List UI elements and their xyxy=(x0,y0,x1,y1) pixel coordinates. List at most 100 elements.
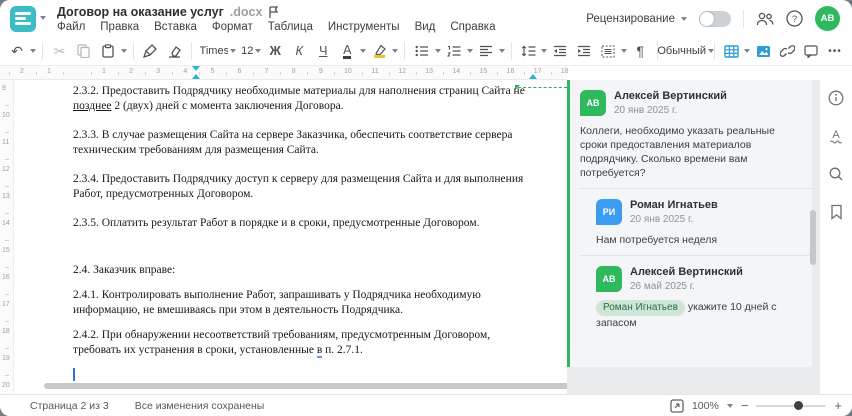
comment-author: Роман Игнатьев xyxy=(630,199,718,211)
undo-button[interactable]: ↶ xyxy=(6,39,28,63)
zoom-caret-icon[interactable] xyxy=(726,403,733,408)
status-bar: Страница 2 из 3 Все изменения сохранены … xyxy=(0,394,852,416)
app-logo-icon[interactable] xyxy=(10,6,36,32)
undo-caret-icon[interactable] xyxy=(30,49,36,53)
menu-format[interactable]: Формат xyxy=(212,21,253,33)
review-toggle[interactable] xyxy=(699,10,731,27)
toolbar-more-button[interactable]: ••• xyxy=(824,39,846,63)
toolbar: ↶ ✂ Times New ... 12 Ж К Ч А xyxy=(0,37,852,66)
style-value: Обычный xyxy=(657,45,706,57)
zoom-value[interactable]: 100% xyxy=(692,400,719,412)
document-title: Договор на оказание услуг xyxy=(57,5,224,19)
bookmark-icon[interactable] xyxy=(826,202,846,222)
show-paragraph-marks-button[interactable]: ¶ xyxy=(629,39,651,63)
zoom-slider-handle[interactable] xyxy=(794,400,804,410)
highlight-caret-icon[interactable] xyxy=(392,49,399,53)
empty-paragraph xyxy=(73,368,533,383)
insert-table-caret-icon[interactable] xyxy=(744,49,751,53)
document-page[interactable]: 2.3.2. Предоставить Подрядчику необходим… xyxy=(14,80,567,394)
paragraph-borders-button[interactable] xyxy=(597,39,619,63)
bullet-list-button[interactable] xyxy=(411,39,433,63)
zoom-out-button[interactable]: − xyxy=(741,398,749,413)
insert-table-button[interactable] xyxy=(720,39,742,63)
first-line-indent-marker[interactable] xyxy=(192,66,200,71)
horizontal-ruler[interactable]: 2 1 1 2 3 4 5 6 7 8 9 10 11 12 13 14 15 16 17 18 xyxy=(0,66,569,80)
numbered-list-caret-icon[interactable] xyxy=(466,49,473,53)
menu-edit[interactable]: Правка xyxy=(100,21,139,33)
paragraph-2-4-1: 2.4.1. Контролировать выполнение Работ, … xyxy=(73,289,481,316)
line-spacing-button[interactable] xyxy=(517,39,539,63)
zoom-slider[interactable] xyxy=(756,400,827,410)
align-caret-icon[interactable] xyxy=(498,49,505,53)
search-icon[interactable] xyxy=(826,164,846,184)
font-size-dropdown[interactable]: 12 xyxy=(240,39,262,63)
menu-view[interactable]: Вид xyxy=(415,21,436,33)
decrease-indent-button[interactable] xyxy=(549,39,571,63)
clear-formatting-button[interactable] xyxy=(163,39,185,63)
review-label: Рецензирование xyxy=(586,12,675,25)
comment-date: 20 янв 2025 г. xyxy=(614,105,678,116)
bullet-list-caret-icon[interactable] xyxy=(434,49,441,53)
comment-item[interactable]: АВ Алексей Вертинский 20 янв 2025 г. Кол… xyxy=(570,80,812,188)
insert-comment-button[interactable] xyxy=(800,39,822,63)
help-icon[interactable]: ? xyxy=(786,10,803,27)
font-size-value: 12 xyxy=(241,45,254,57)
underline-button[interactable]: Ч xyxy=(312,39,334,63)
font-color-caret-icon[interactable] xyxy=(360,49,367,53)
zoom-in-button[interactable]: + xyxy=(834,398,842,413)
insert-link-button[interactable] xyxy=(776,39,798,63)
comment-reply-item[interactable]: РИ Роман Игнатьев 20 янв 2025 г. Нам пот… xyxy=(570,189,812,255)
paragraph-2-4-2: 2.4.2. При обнаружении несоответствий тр… xyxy=(73,329,491,358)
user-avatar[interactable]: АВ xyxy=(815,6,840,31)
paste-button[interactable] xyxy=(97,39,119,63)
comment-reply-item[interactable]: АВ Алексей Вертинский 26 май 2025 г. Ром… xyxy=(570,256,812,338)
collaborators-icon[interactable] xyxy=(756,12,774,26)
increase-indent-button[interactable] xyxy=(573,39,595,63)
italic-button[interactable]: К xyxy=(288,39,310,63)
comment-text: Роман Игнатьев укажите 10 дней с запасом xyxy=(596,300,777,329)
format-painter-button[interactable] xyxy=(139,39,161,63)
header-divider xyxy=(743,9,744,28)
comment-thread[interactable]: АВ Алексей Вертинский 20 янв 2025 г. Кол… xyxy=(567,80,812,367)
copy-button[interactable] xyxy=(73,39,95,63)
font-color-button[interactable]: А xyxy=(336,39,358,63)
document-text: 2.3.2. Предоставить Подрядчику необходим… xyxy=(73,84,533,394)
paste-caret-icon[interactable] xyxy=(120,49,127,53)
style-dropdown[interactable]: Обычный xyxy=(657,39,714,63)
document-info-icon[interactable] xyxy=(826,88,846,108)
app-window: Договор на оказание услуг .docx Файл Прав… xyxy=(0,0,852,416)
menu-file[interactable]: Файл xyxy=(57,21,85,33)
font-name-value: Times New ... xyxy=(199,45,229,57)
numbered-list-button[interactable] xyxy=(443,39,465,63)
fit-width-icon[interactable] xyxy=(670,398,684,413)
menu-help[interactable]: Справка xyxy=(450,21,495,33)
highlight-color-button[interactable] xyxy=(368,39,390,63)
font-name-dropdown[interactable]: Times New ... xyxy=(198,39,239,63)
bold-button[interactable]: Ж xyxy=(264,39,286,63)
paragraph-borders-caret-icon[interactable] xyxy=(621,49,628,53)
insert-image-button[interactable] xyxy=(752,39,774,63)
panel-scrollbar[interactable] xyxy=(810,210,816,265)
mention-chip[interactable]: Роман Игнатьев xyxy=(596,300,685,316)
comment-date: 20 янв 2025 г. xyxy=(630,214,694,225)
header: Договор на оказание услуг .docx Файл Прав… xyxy=(0,0,852,37)
document-extension: .docx xyxy=(229,5,263,19)
comment-text: Нам потребуется неделя xyxy=(596,234,718,246)
menu-table[interactable]: Таблица xyxy=(268,21,313,33)
page-indicator: Страница 2 из 3 xyxy=(30,399,109,412)
svg-text:?: ? xyxy=(792,14,797,25)
review-dropdown[interactable]: Рецензирование xyxy=(586,13,687,25)
spellcheck-icon[interactable]: A xyxy=(826,126,846,146)
line-spacing-caret-icon[interactable] xyxy=(541,49,548,53)
align-button[interactable] xyxy=(475,39,497,63)
comments-panel: АВ Алексей Вертинский 20 янв 2025 г. Кол… xyxy=(567,80,816,394)
flag-icon[interactable] xyxy=(268,5,280,19)
svg-text:A: A xyxy=(832,129,840,141)
text-cursor xyxy=(73,368,75,381)
horizontal-scrollbar[interactable] xyxy=(44,383,567,389)
menu-insert[interactable]: Вставка xyxy=(154,21,197,33)
save-status: Все изменения сохранены xyxy=(134,399,265,412)
app-menu-caret-icon[interactable] xyxy=(40,16,46,20)
cut-button[interactable]: ✂ xyxy=(49,39,71,63)
menu-tools[interactable]: Инструменты xyxy=(328,21,400,33)
